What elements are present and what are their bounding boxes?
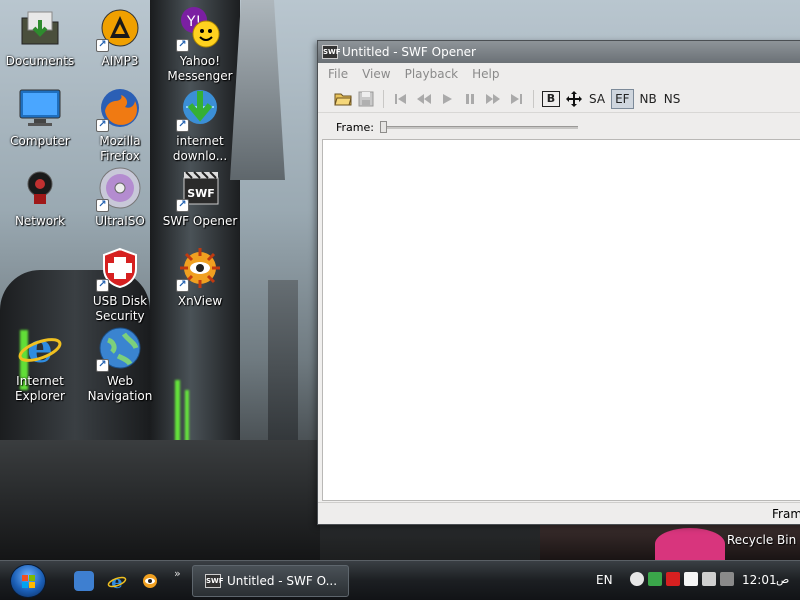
swf-opener-window[interactable]: SWF Untitled - SWF Opener File View Play… xyxy=(317,40,800,525)
shortcut-arrow-icon: ↗ xyxy=(96,279,109,292)
status-bar: Fram xyxy=(318,502,800,524)
tray-calendar-icon[interactable] xyxy=(720,572,734,586)
move-icon[interactable] xyxy=(565,89,583,109)
wallpaper-street xyxy=(0,440,320,560)
frame-slider[interactable] xyxy=(379,120,578,134)
scale-nb-button[interactable]: NB xyxy=(639,89,658,109)
menu-help[interactable]: Help xyxy=(472,67,499,81)
firefox-icon: ↗ xyxy=(96,86,142,132)
shortcut-arrow-icon: ↗ xyxy=(96,199,109,212)
tray-s-icon[interactable] xyxy=(684,572,698,586)
desktop-icon-mozilla-firefox[interactable]: ↗ Mozilla Firefox xyxy=(80,86,160,164)
scale-ns-button[interactable]: NS xyxy=(663,89,682,109)
swf-opener-icon: SWF ↗ xyxy=(176,166,222,212)
shortcut-arrow-icon: ↗ xyxy=(176,39,189,52)
internet-download-manager-icon: ↗ xyxy=(176,86,222,132)
svg-text:e: e xyxy=(111,572,122,591)
shortcut-arrow-icon: ↗ xyxy=(96,359,109,372)
open-file-icon[interactable] xyxy=(334,89,352,109)
shortcut-arrow-icon: ↗ xyxy=(96,119,109,132)
swf-display-canvas[interactable] xyxy=(322,139,800,501)
start-button[interactable] xyxy=(10,564,46,598)
desktop-icon-internet-explorer[interactable]: e Internet Explorer xyxy=(0,326,80,404)
quicklaunch-show-desktop-icon[interactable] xyxy=(74,571,94,591)
tray-network-icon[interactable] xyxy=(648,572,662,586)
swf-opener-app-icon: SWF xyxy=(205,574,224,588)
web-navigation-icon: ↗ xyxy=(96,326,142,372)
rewind-icon[interactable] xyxy=(415,89,433,109)
xnview-icon: ↗ xyxy=(176,246,222,292)
menu-file[interactable]: File xyxy=(328,67,348,81)
desktop-icon-internet-download-manager[interactable]: ↗ internet downlo... xyxy=(160,86,240,164)
yahoo-messenger-icon: Y! ↗ xyxy=(176,6,222,52)
frame-slider-track xyxy=(379,126,578,129)
save-icon[interactable] xyxy=(357,89,375,109)
scale-ef-button[interactable]: EF xyxy=(611,88,634,109)
desktop-icon-yahoo-messenger[interactable]: Y! ↗ Yahoo! Messenger xyxy=(160,6,240,84)
svg-text:SWF: SWF xyxy=(187,187,215,200)
pause-icon[interactable] xyxy=(461,89,479,109)
wallpaper-building xyxy=(268,280,298,460)
border-toggle-button[interactable]: B xyxy=(542,90,560,107)
desktop-icon-recycle-bin[interactable]: Recycle Bin xyxy=(650,520,800,560)
tray-display-icon[interactable] xyxy=(702,572,716,586)
frame-row: Frame: xyxy=(318,113,800,141)
shortcut-arrow-icon: ↗ xyxy=(96,39,109,52)
usb-disk-security-icon: ↗ xyxy=(96,246,142,292)
window-title: Untitled - SWF Opener xyxy=(342,45,476,59)
aimp-icon: ↗ xyxy=(96,6,142,52)
desktop-icon-xnview[interactable]: ↗ XnView xyxy=(160,246,240,309)
shortcut-arrow-icon: ↗ xyxy=(176,279,189,292)
quicklaunch-xnview-icon[interactable] xyxy=(140,571,160,591)
toolbar-separator xyxy=(383,89,384,108)
svg-text:e: e xyxy=(27,326,52,370)
desktop-icon-aimp3[interactable]: ↗ AIMP3 xyxy=(80,6,160,69)
quicklaunch-overflow-chevron[interactable]: » xyxy=(174,567,181,580)
internet-explorer-icon: e xyxy=(18,326,62,370)
desktop-icon-computer[interactable]: Computer xyxy=(0,86,80,149)
window-titlebar[interactable]: SWF Untitled - SWF Opener xyxy=(318,41,800,63)
tray-minus-icon[interactable] xyxy=(630,572,644,586)
taskbar: e » SWF Untitled - SWF O... EN 12:01 ص xyxy=(0,560,800,600)
menu-bar: File View Playback Help xyxy=(318,63,800,85)
desktop-icon-usb-disk-security[interactable]: ↗ USB Disk Security xyxy=(80,246,160,324)
language-indicator[interactable]: EN xyxy=(596,573,613,587)
play-icon[interactable] xyxy=(438,89,456,109)
swf-opener-app-icon: SWF xyxy=(322,45,341,59)
fast-forward-icon[interactable] xyxy=(484,89,502,109)
last-frame-icon[interactable] xyxy=(507,89,525,109)
taskbar-button-label: Untitled - SWF O... xyxy=(227,574,338,588)
menu-view[interactable]: View xyxy=(362,67,390,81)
folder-icon xyxy=(18,6,62,50)
desktop-icon-network[interactable]: Network xyxy=(0,166,80,229)
quicklaunch-internet-explorer-icon[interactable]: e xyxy=(107,571,127,593)
shortcut-arrow-icon: ↗ xyxy=(176,119,189,132)
computer-icon xyxy=(18,86,62,130)
windows-logo-icon xyxy=(22,575,36,589)
first-frame-icon[interactable] xyxy=(392,89,410,109)
status-text: Fram xyxy=(772,507,800,521)
network-icon xyxy=(18,166,62,210)
frame-label: Frame: xyxy=(336,120,374,134)
toolbar-separator xyxy=(533,89,534,108)
desktop-icon-documents[interactable]: Documents xyxy=(0,6,80,69)
menu-playback[interactable]: Playback xyxy=(405,67,459,81)
scale-sa-button[interactable]: SA xyxy=(588,89,606,109)
desktop-icon-ultraiso[interactable]: ↗ UltraISO xyxy=(80,166,160,229)
desktop-icon-swf-opener[interactable]: SWF ↗ SWF Opener xyxy=(160,166,240,229)
shortcut-arrow-icon: ↗ xyxy=(176,199,189,212)
frame-slider-thumb[interactable] xyxy=(379,121,387,133)
clock-time[interactable]: 12:01 xyxy=(742,573,777,587)
clock-ampm: ص xyxy=(776,573,790,586)
tray-usb-security-icon[interactable] xyxy=(666,572,680,586)
desktop-icon-web-navigation[interactable]: ↗ Web Navigation xyxy=(80,326,160,404)
taskbar-button-swf-opener[interactable]: SWF Untitled - SWF O... xyxy=(192,565,349,597)
toolbar: B SA EF NB NS xyxy=(318,85,800,113)
ultraiso-icon: ↗ xyxy=(96,166,142,212)
